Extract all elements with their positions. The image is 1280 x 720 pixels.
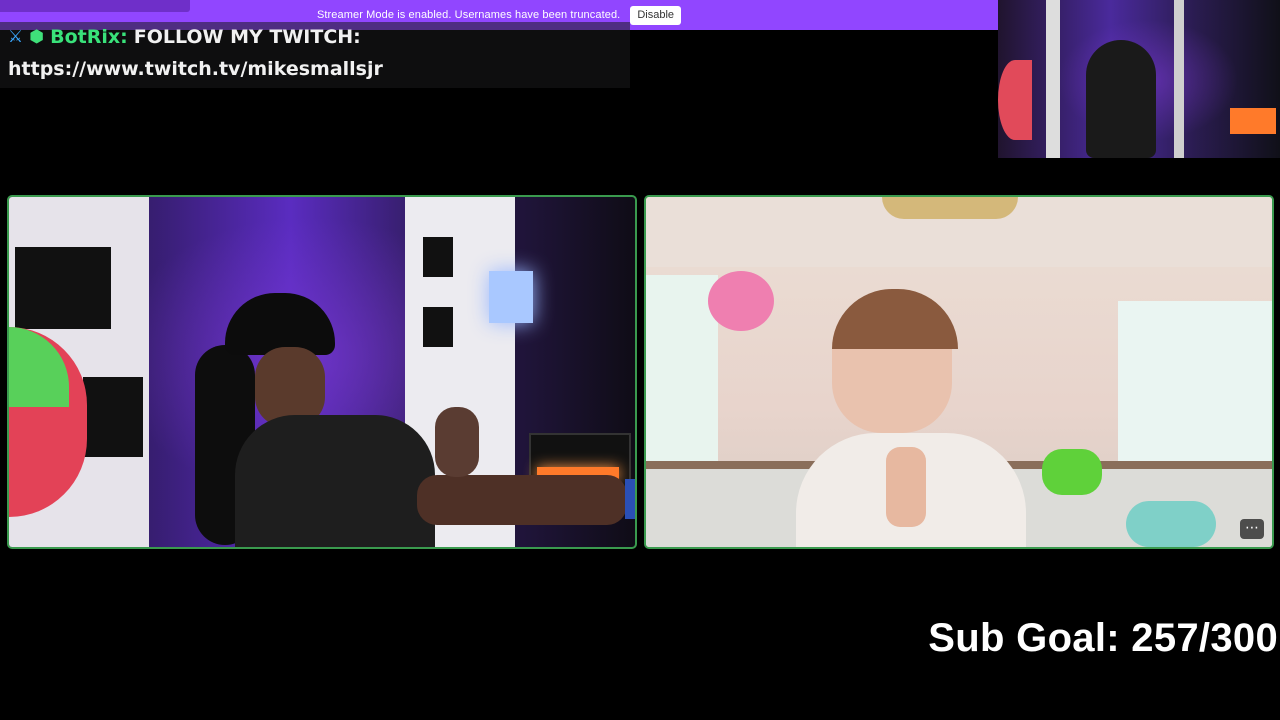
- sword-icon: ⚔: [8, 27, 24, 47]
- right-camera-feed: ⋯: [644, 195, 1274, 549]
- disable-streamer-mode-button[interactable]: Disable: [630, 5, 682, 25]
- chat-overlay: ⚔ ⬢ BotRix: FOLLOW MY TWITCH: https://ww…: [0, 22, 630, 88]
- chat-message-header: ⚔ ⬢ BotRix: FOLLOW MY TWITCH:: [8, 26, 361, 48]
- streamer-mode-message: Streamer Mode is enabled. Usernames have…: [316, 9, 621, 21]
- bot-icon: ⬢: [29, 27, 45, 47]
- more-options-icon[interactable]: ⋯: [1240, 519, 1264, 539]
- pip-camera-feed: [998, 0, 1280, 158]
- alert-overlay-fragment: [0, 0, 190, 12]
- left-camera-feed: [7, 195, 637, 549]
- chat-link[interactable]: https://www.twitch.tv/mikesmallsjr: [8, 58, 383, 80]
- sub-goal-overlay: Sub Goal: 257/300: [928, 616, 1278, 660]
- chat-message-text: FOLLOW MY TWITCH:: [133, 26, 361, 48]
- chat-username: BotRix:: [50, 26, 128, 48]
